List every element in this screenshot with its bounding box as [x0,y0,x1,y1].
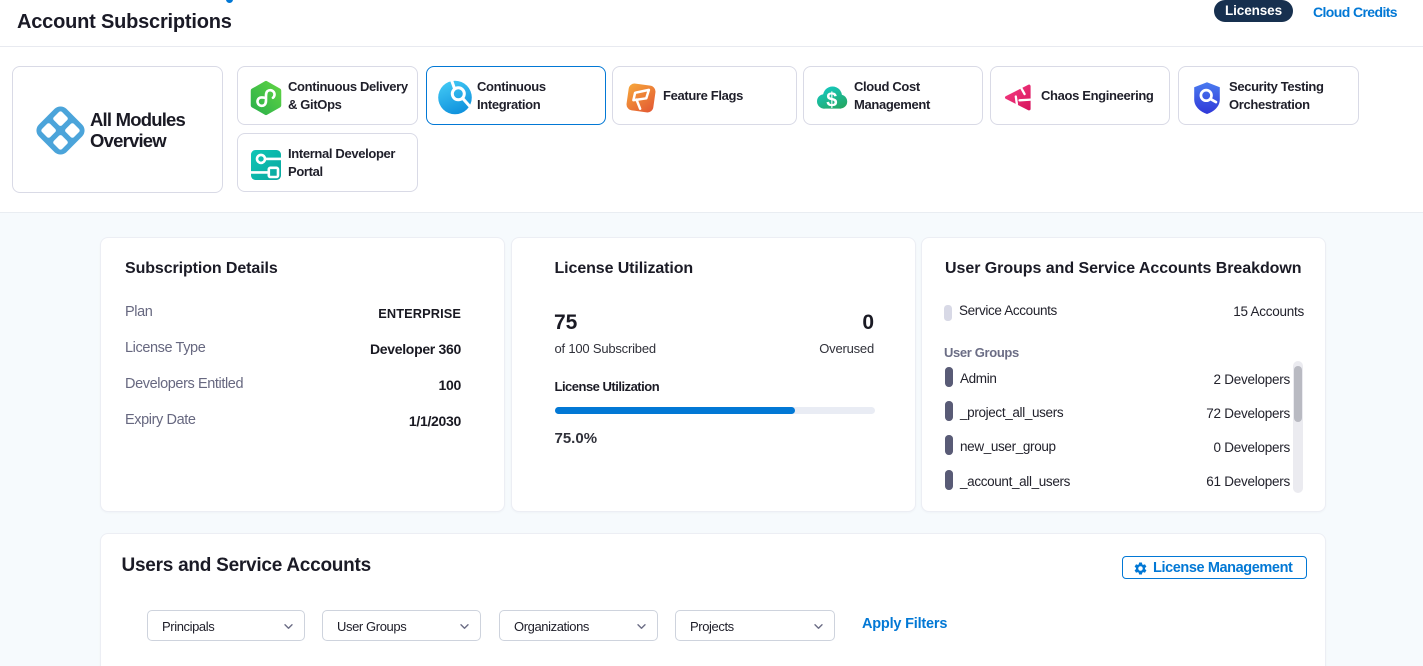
svg-text:$: $ [826,89,837,111]
